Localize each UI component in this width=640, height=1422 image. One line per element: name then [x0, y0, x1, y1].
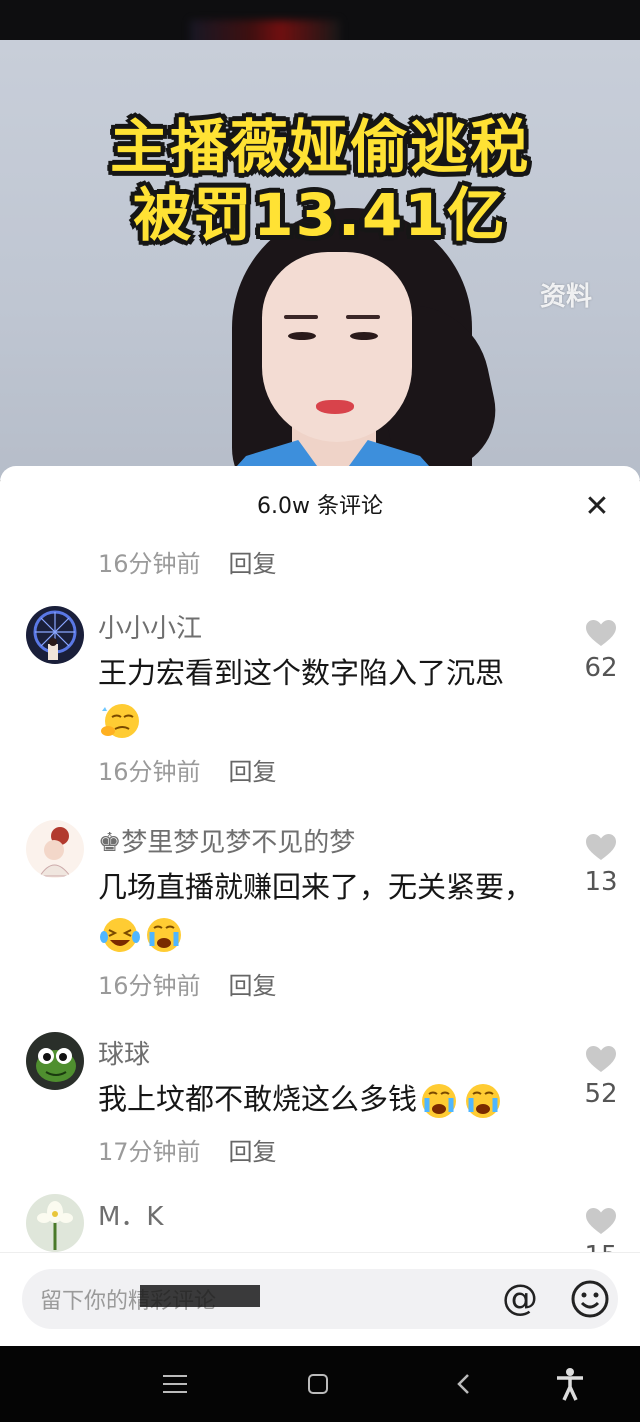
video-player[interactable]: 主播薇娅偷逃税 被罚13.41亿 资料: [0, 40, 640, 480]
like-count: 52: [584, 1079, 618, 1109]
comment-time: 17分钟前: [98, 1138, 201, 1166]
portrait-eye-left: [288, 332, 316, 340]
comment-time: 16分钟前: [98, 550, 201, 578]
comment-text-content: 我上坟都不敢烧这么多钱: [98, 1082, 418, 1116]
heart-icon: [586, 1208, 616, 1234]
heart-icon: [586, 1046, 616, 1072]
crying-emoji-icon: [142, 915, 186, 955]
heart-icon: [586, 834, 616, 860]
like-count: 13: [584, 867, 618, 897]
comment-text: 王力宏看到这个数字陷入了沉思: [98, 650, 558, 742]
screen: 主播薇娅偷逃税 被罚13.41亿 资料 6.0w 条评论 ✕ 16分钟前回复: [0, 0, 640, 1422]
username[interactable]: ♚梦里梦见梦不见的梦: [98, 822, 355, 859]
menu-icon[interactable]: [155, 1364, 195, 1404]
comment-meta: 17分钟前 回复: [98, 1132, 277, 1167]
comment-text: 几场直播就赚回来了，无关紧要，: [98, 864, 558, 956]
like-button[interactable]: 52: [582, 1046, 620, 1109]
avatar[interactable]: [26, 606, 84, 664]
portrait-eye-right: [350, 332, 378, 340]
avatar[interactable]: [26, 1032, 84, 1090]
portrait-brow-right: [346, 315, 380, 319]
comment-text: 我上坟都不敢烧这么多钱: [98, 1076, 558, 1122]
comments-count-title: 6.0w 条评论: [257, 494, 383, 519]
comments-sheet: 6.0w 条评论 ✕ 16分钟前 回复 小小小江 王力宏看到这个数字陷入了沉思 …: [0, 466, 640, 1346]
avatar[interactable]: [26, 1194, 84, 1252]
comment-time: 16分钟前: [98, 758, 201, 786]
at-icon[interactable]: @: [500, 1279, 540, 1319]
comment-meta: 16分钟前 回复: [98, 966, 277, 1001]
reply-button[interactable]: 回复: [229, 550, 277, 578]
crying-emoji-icon: [461, 1081, 505, 1121]
heart-icon: [586, 620, 616, 646]
portrait-lips: [316, 400, 354, 414]
system-nav-bar: [0, 1346, 640, 1422]
like-button[interactable]: 13: [582, 834, 620, 897]
like-button[interactable]: 62: [582, 620, 620, 683]
comment-meta: 16分钟前 回复: [98, 544, 277, 579]
redaction-block: [140, 1285, 260, 1307]
accessibility-icon[interactable]: [550, 1364, 590, 1404]
username[interactable]: M．K: [98, 1196, 163, 1233]
reply-button[interactable]: 回复: [229, 758, 277, 786]
smile-icon[interactable]: [570, 1279, 610, 1319]
comment-time: 16分钟前: [98, 972, 201, 1000]
comment-input-bar: 留下你的精彩评论 @: [0, 1252, 640, 1346]
close-icon[interactable]: ✕: [580, 490, 614, 524]
home-icon[interactable]: [298, 1364, 338, 1404]
video-source-tag: 资料: [540, 282, 593, 312]
comment-text-content: 几场直播就赚回来了，无关紧要，: [98, 870, 534, 904]
reply-button[interactable]: 回复: [229, 972, 277, 1000]
username[interactable]: 球球: [98, 1034, 150, 1071]
avatar[interactable]: [26, 820, 84, 878]
username[interactable]: 小小小江: [98, 608, 202, 645]
crying-emoji-icon: [417, 1081, 461, 1121]
portrait-brow-left: [284, 315, 318, 319]
laughing-cry-emoji-icon: [98, 915, 142, 955]
like-count: 62: [584, 653, 618, 683]
video-headline-line2: 被罚13.41亿: [133, 181, 507, 249]
thinking-emoji-icon: [98, 701, 142, 741]
comment-text-content: 王力宏看到这个数字陷入了沉思: [98, 656, 505, 690]
comment-meta: 16分钟前 回复: [98, 752, 277, 787]
back-icon[interactable]: [443, 1364, 483, 1404]
reply-button[interactable]: 回复: [229, 1138, 277, 1166]
